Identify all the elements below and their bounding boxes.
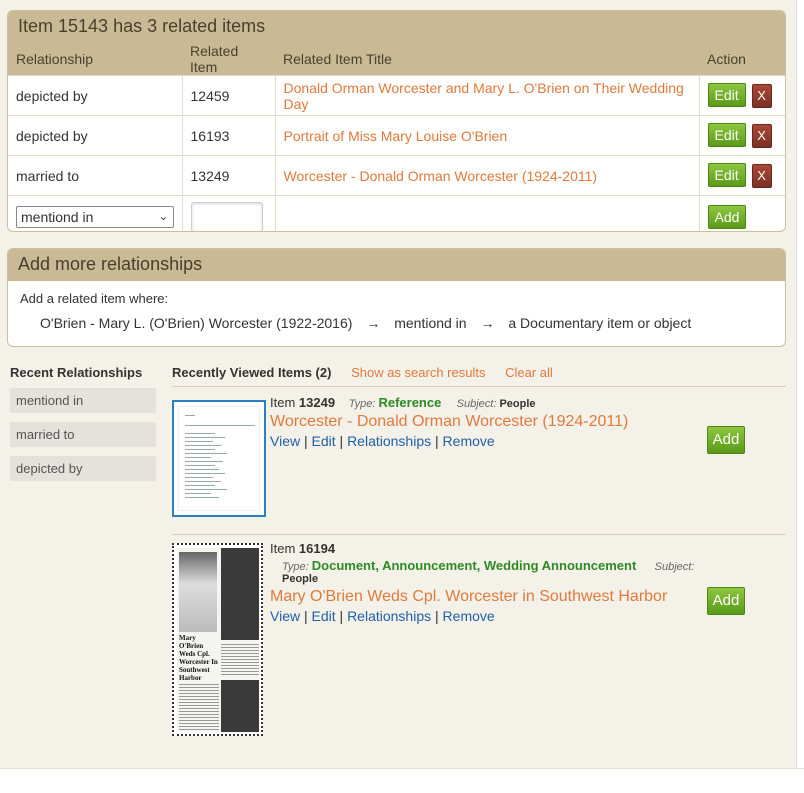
row-item-number: 13249 bbox=[182, 155, 276, 196]
type-label: Type: bbox=[282, 561, 309, 573]
recent-relationships-title: Recent Relationships bbox=[10, 365, 143, 380]
vertical-scrollbar[interactable] bbox=[796, 0, 804, 768]
empty-cell bbox=[275, 195, 700, 231]
arrow-right-icon: → bbox=[480, 315, 495, 331]
related-item-input[interactable] bbox=[190, 202, 263, 231]
delete-button[interactable]: X bbox=[751, 124, 772, 148]
recent-relationship-item[interactable]: mentiond in bbox=[10, 388, 156, 413]
subject-label: Subject: bbox=[456, 398, 497, 410]
item-subject: People bbox=[282, 573, 319, 585]
item-number-line: Item 16194 bbox=[270, 541, 700, 556]
delete-button[interactable]: X bbox=[751, 84, 772, 108]
item-type: Document, Announcement, Wedding Announce… bbox=[311, 558, 637, 573]
add-more-intro: Add a related item where: bbox=[20, 291, 169, 306]
related-items-panel: Item 15143 has 3 related items Relations… bbox=[7, 10, 786, 232]
item-thumbnail[interactable]: Mary O'Brien Weds Cpl. Worcester In Sout… bbox=[172, 543, 263, 736]
row-item-number: 16193 bbox=[182, 115, 276, 156]
relationship-select[interactable]: mentiond in ⌄ bbox=[16, 206, 174, 229]
related-items-table: Relationship Related Item Related Item T… bbox=[8, 43, 785, 231]
item-meta: Type: Reference Subject: People bbox=[348, 395, 536, 410]
item-thumbnail[interactable] bbox=[172, 400, 266, 517]
add-relationship-button[interactable]: Add bbox=[707, 205, 747, 230]
recent-relationship-item[interactable]: married to bbox=[10, 422, 156, 447]
add-more-title: Add more relationships bbox=[8, 249, 785, 281]
subject-text: O'Brien - Mary L. (O'Brien) Worcester (1… bbox=[40, 315, 353, 331]
newspaper-headline: Mary O'Brien Weds Cpl. Worcester In Sout… bbox=[179, 634, 219, 682]
relationship-sentence: O'Brien - Mary L. (O'Brien) Worcester (1… bbox=[20, 315, 773, 331]
chevron-down-icon: ⌄ bbox=[158, 211, 168, 224]
header-related-item: Related Item bbox=[182, 43, 275, 76]
header-action: Action bbox=[699, 43, 785, 76]
edit-button[interactable]: Edit bbox=[707, 83, 746, 107]
row-title-link[interactable]: Portrait of Miss Mary Louise O'Brien bbox=[284, 128, 508, 144]
type-label: Type: bbox=[348, 398, 376, 410]
row-relationship: depicted by bbox=[8, 75, 183, 116]
list-item: Item 13249 Type: Reference Subject: Peop… bbox=[172, 395, 786, 535]
add-item-button[interactable]: Add bbox=[707, 587, 745, 615]
clear-all-link[interactable]: Clear all bbox=[505, 365, 553, 380]
relationships-link[interactable]: Relationships bbox=[347, 608, 431, 624]
remove-link[interactable]: Remove bbox=[443, 608, 495, 624]
edit-link[interactable]: Edit bbox=[312, 433, 336, 449]
edit-button[interactable]: Edit bbox=[707, 123, 746, 147]
header-relationship: Relationship bbox=[8, 43, 182, 76]
item-subject: People bbox=[499, 398, 536, 410]
subject-label: Subject: bbox=[654, 561, 695, 573]
table-header-row: Relationship Related Item Related Item T… bbox=[8, 43, 785, 76]
remove-link[interactable]: Remove bbox=[443, 433, 495, 449]
item-actions: View | Edit | Relationships | Remove bbox=[270, 608, 495, 624]
relationships-link[interactable]: Relationships bbox=[347, 433, 431, 449]
list-item: Mary O'Brien Weds Cpl. Worcester In Sout… bbox=[172, 541, 786, 736]
recently-viewed-items: Recently Viewed Items (2) Show as search… bbox=[172, 365, 786, 736]
relationship-text: mentiond in bbox=[394, 315, 467, 331]
object-text: a Documentary item or object bbox=[508, 315, 692, 331]
item-number-line: Item 13249 Type: Reference Subject: Peop… bbox=[270, 395, 700, 410]
recent-relationships: Recent Relationships mentiond in married… bbox=[10, 365, 156, 481]
item-type: Reference bbox=[378, 395, 442, 410]
item-number: 13249 bbox=[298, 395, 336, 410]
item-label: Item bbox=[270, 541, 296, 556]
table-row: depicted by 16193 Portrait of Miss Mary … bbox=[8, 115, 785, 156]
item-title-link[interactable]: Worcester - Donald Orman Worcester (1924… bbox=[270, 413, 700, 431]
newspaper-photo bbox=[179, 552, 217, 632]
row-title-link[interactable]: Donald Orman Worcester and Mary L. O'Bri… bbox=[284, 80, 684, 112]
edit-button[interactable]: Edit bbox=[707, 163, 746, 187]
header-related-item-title: Related Item Title bbox=[275, 43, 699, 76]
item-meta: Type: Document, Announcement, Wedding An… bbox=[270, 558, 700, 585]
page-footer bbox=[0, 768, 804, 793]
item-actions: View | Edit | Relationships | Remove bbox=[270, 433, 495, 449]
add-more-panel: Add more relationships Add a related ite… bbox=[7, 248, 786, 347]
row-relationship: married to bbox=[8, 155, 183, 196]
new-relationship-row: mentiond in ⌄ Add bbox=[8, 195, 785, 231]
recently-viewed-title: Recently Viewed Items (2) bbox=[172, 365, 332, 380]
row-item-number: 12459 bbox=[182, 75, 276, 116]
edit-link[interactable]: Edit bbox=[312, 608, 336, 624]
relationship-select-value: mentiond in bbox=[21, 209, 94, 226]
view-link[interactable]: View bbox=[270, 433, 300, 449]
item-title-link[interactable]: Mary O'Brien Weds Cpl. Worcester in Sout… bbox=[270, 588, 700, 606]
recent-relationship-item[interactable]: depicted by bbox=[10, 456, 156, 481]
table-row: married to 13249 Worcester - Donald Orma… bbox=[8, 155, 785, 196]
delete-button[interactable]: X bbox=[751, 164, 772, 188]
row-relationship: depicted by bbox=[8, 115, 183, 156]
row-title-link[interactable]: Worcester - Donald Orman Worcester (1924… bbox=[284, 168, 598, 184]
item-label: Item bbox=[270, 395, 296, 410]
add-item-button[interactable]: Add bbox=[707, 426, 745, 454]
view-link[interactable]: View bbox=[270, 608, 300, 624]
show-search-results-link[interactable]: Show as search results bbox=[351, 365, 485, 380]
table-row: depicted by 12459 Donald Orman Worcester… bbox=[8, 75, 785, 116]
related-items-title: Item 15143 has 3 related items bbox=[8, 11, 785, 43]
arrow-right-icon: → bbox=[366, 315, 381, 331]
item-number: 16194 bbox=[298, 541, 336, 556]
recently-viewed-header: Recently Viewed Items (2) Show as search… bbox=[172, 365, 786, 387]
page-background: Item 15143 has 3 related items Relations… bbox=[0, 0, 796, 768]
